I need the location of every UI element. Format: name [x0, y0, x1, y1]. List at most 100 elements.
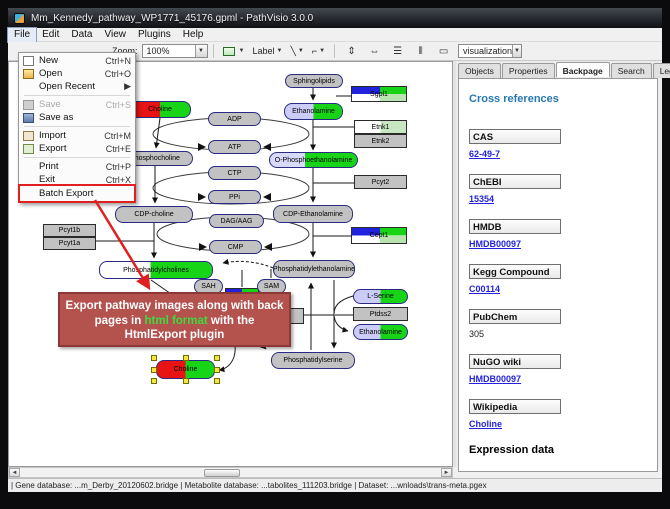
distribute-vertical-icon[interactable]: ⫴ [412, 44, 429, 59]
metabolite-atp[interactable]: ATP [208, 140, 261, 154]
selection-handle[interactable] [151, 355, 157, 361]
gene-pcyt2[interactable]: Pcyt2 [354, 175, 407, 189]
gene-pcyt1a[interactable]: Pcyt1a [43, 237, 96, 250]
tab-backpage[interactable]: Backpage [556, 62, 610, 77]
selection-handle[interactable] [151, 367, 157, 373]
visualization-combobox[interactable]: visualization ▼ [458, 44, 522, 58]
visualization-dropdown-icon[interactable]: ▼ [512, 45, 521, 57]
menu-item-import[interactable]: ImportCtrl+M [20, 129, 134, 142]
xref-header: Wikipedia [469, 399, 561, 414]
tab-legend[interactable]: Legend [653, 63, 670, 78]
selection-handle[interactable] [183, 355, 189, 361]
selection-handle[interactable] [183, 378, 189, 384]
sidebar-tabs: ObjectsPropertiesBackpageSearchLegend [458, 63, 670, 78]
xref-link[interactable]: HMDB00097 [469, 239, 521, 249]
gene-node[interactable] [289, 308, 304, 324]
metabolite-choline[interactable]: Choline [129, 101, 191, 118]
metabolite-phosphatidylcholines[interactable]: Phosphatidylcholines [99, 261, 213, 279]
gene-sgpl1[interactable]: Sgpl1 [351, 86, 407, 102]
metabolite-ethanolamine[interactable]: Ethanolamine [284, 103, 343, 120]
menu-item-open[interactable]: OpenCtrl+O [20, 67, 134, 80]
align-horizontal-center-icon[interactable]: ⇔ [366, 44, 383, 59]
menu-item-label: New [39, 55, 105, 66]
side-panel: ObjectsPropertiesBackpageSearchLegend Cr… [456, 61, 662, 467]
metabolite-choline[interactable]: Choline [156, 360, 215, 379]
pathvisio-window: Mm_Kennedy_pathway_WP1771_45176.gpml - P… [8, 8, 662, 492]
menu-data[interactable]: Data [65, 28, 98, 42]
menu-item-new[interactable]: NewCtrl+N [20, 54, 134, 67]
xref-link[interactable]: 15354 [469, 194, 494, 204]
title-bar: Mm_Kennedy_pathway_WP1771_45176.gpml - P… [8, 8, 662, 28]
menu-plugins[interactable]: Plugins [132, 28, 177, 42]
gene-ptdss2[interactable]: Ptdss2 [353, 307, 408, 321]
callout-highlight: html format [144, 315, 207, 327]
xref-link[interactable]: HMDB00097 [469, 374, 521, 384]
menu-item-print[interactable]: PrintCtrl+P [20, 160, 134, 173]
xref-link[interactable]: Choline [469, 419, 502, 429]
horizontal-scrollbar[interactable]: ◄ ► [8, 467, 453, 478]
datanode-tool-button[interactable]: ▼ [220, 44, 248, 59]
menu-item-shortcut: ▶ [124, 81, 131, 92]
scrollbar-thumb[interactable] [204, 469, 240, 477]
menu-item-save-as[interactable]: Save as [20, 111, 134, 124]
gene-cept1[interactable]: Cept1 [351, 227, 407, 244]
metabolite-ppi[interactable]: PPi [208, 190, 261, 204]
import-icon [23, 131, 34, 141]
xref-link[interactable]: 62-49-7 [469, 149, 500, 159]
metabolite-phosphatidylserine[interactable]: Phosphatidylserine [271, 352, 355, 369]
xref-section-nugo-wiki: NuGO wikiHMDB00097 [469, 354, 561, 384]
menu-item-exit[interactable]: ExitCtrl+X [20, 173, 134, 186]
menu-bar: FileEditDataViewPluginsHelp [8, 28, 662, 42]
window-title: Mm_Kennedy_pathway_WP1771_45176.gpml - P… [31, 13, 313, 24]
metabolite-ethanolamine[interactable]: Ethanolamine [353, 324, 408, 340]
distribute-horizontal-icon[interactable]: ☰ [389, 44, 406, 59]
gene-etnk1[interactable]: Etnk1 [354, 120, 407, 134]
menu-item-shortcut: Ctrl+P [106, 162, 131, 172]
menu-edit[interactable]: Edit [36, 28, 65, 42]
menu-file[interactable]: File [8, 28, 36, 42]
gene-pcyt1b[interactable]: Pcyt1b [43, 224, 96, 237]
selection-handle[interactable] [151, 378, 157, 384]
metabolite-dag-aag[interactable]: DAG/AAG [209, 214, 264, 228]
menu-help[interactable]: Help [177, 28, 210, 42]
connector-tool-button[interactable]: ⌐ ▼ [309, 44, 328, 59]
label-tool-button[interactable]: Label ▼ [249, 44, 285, 59]
zoom-dropdown-icon[interactable]: ▼ [195, 45, 207, 57]
selection-handle[interactable] [214, 367, 220, 373]
menu-view[interactable]: View [98, 28, 132, 42]
selection-handle[interactable] [214, 378, 220, 384]
menu-item-export[interactable]: ExportCtrl+E [20, 142, 134, 155]
zoom-combobox[interactable]: 100% ▼ [142, 44, 208, 58]
menu-item-save[interactable]: SaveCtrl+S [20, 98, 134, 111]
xref-link[interactable]: C00114 [469, 284, 500, 294]
metabolite-sphingolipids[interactable]: Sphingolipids [285, 74, 343, 88]
menu-item-label: Export [39, 143, 106, 154]
menu-item-open-recent[interactable]: Open Recent▶ [20, 80, 134, 93]
open-folder-icon [23, 69, 34, 79]
metabolite-l-serine[interactable]: L-Serine [353, 289, 408, 304]
connector-icon: ⌐ [312, 45, 317, 57]
gene-etnk2[interactable]: Etnk2 [354, 134, 407, 148]
menu-separator [24, 157, 130, 158]
callout-line1: Export pathway images along with back [60, 299, 289, 314]
metabolite-o-phosphoethanolamine[interactable]: O-Phosphoethanolamine [269, 152, 358, 168]
selection-handle[interactable] [214, 355, 220, 361]
menu-item-label: Save [39, 99, 106, 110]
line-tool-button[interactable]: ╲ ▼ [287, 44, 306, 59]
scroll-left-icon[interactable]: ◄ [9, 468, 20, 477]
status-bar: | Gene database: ...m_Derby_20120602.bri… [8, 478, 662, 492]
xref-section-wikipedia: Wikipedia Choline [469, 399, 561, 429]
align-vertical-center-icon[interactable]: ⇕ [343, 44, 360, 59]
scroll-right-icon[interactable]: ► [441, 468, 452, 477]
metabolite-cmp[interactable]: CMP [209, 240, 262, 254]
metabolite-cdp-ethanolamine[interactable]: CDP-Ethanolamine [273, 205, 353, 223]
tab-search[interactable]: Search [611, 63, 652, 78]
tab-objects[interactable]: Objects [458, 63, 501, 78]
common-width-icon[interactable]: ▭ [435, 44, 452, 59]
metabolite-phosphatidylethanolamine[interactable]: Phosphatidylethanolamine [273, 260, 355, 278]
metabolite-adp[interactable]: ADP [208, 112, 261, 126]
metabolite-cdp-choline[interactable]: CDP-choline [115, 206, 193, 223]
tab-properties[interactable]: Properties [502, 63, 555, 78]
menu-item-batch-export[interactable]: Batch Export [20, 186, 134, 201]
metabolite-ctp[interactable]: CTP [208, 166, 261, 180]
